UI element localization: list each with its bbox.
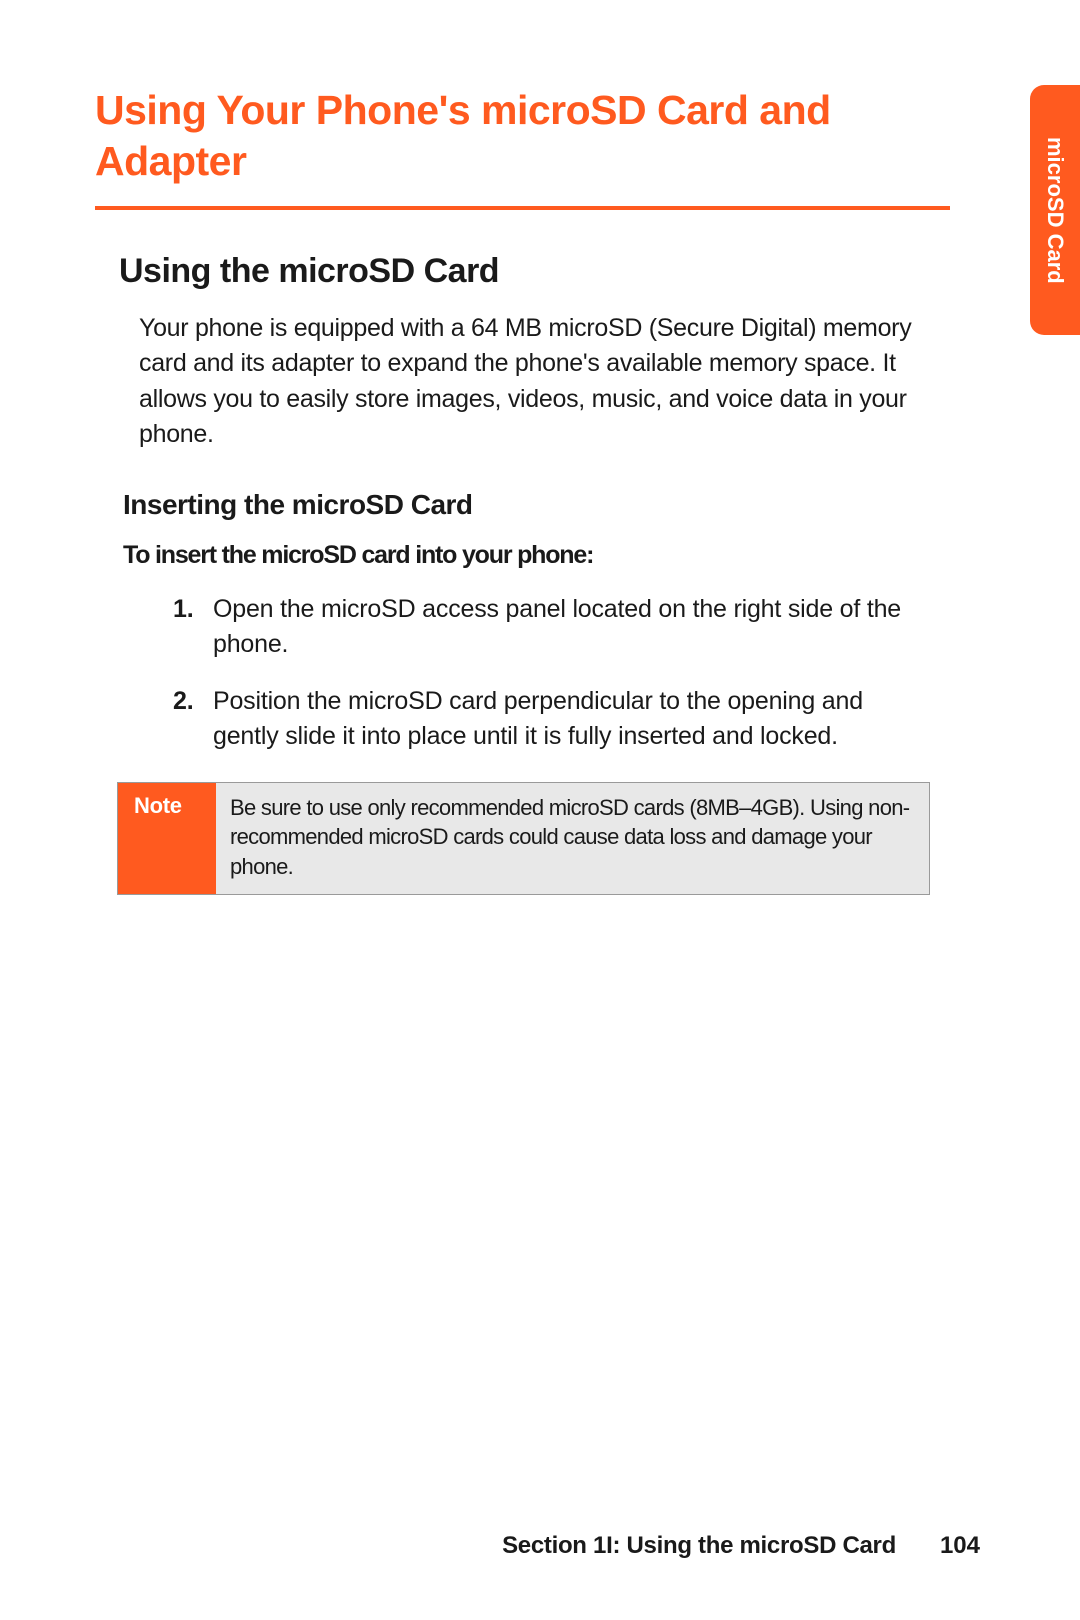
step-item: 2. Position the microSD card perpendicul… — [173, 684, 930, 754]
step-number: 1. — [173, 592, 213, 662]
step-number: 2. — [173, 684, 213, 754]
main-title: Using Your Phone's microSD Card and Adap… — [95, 85, 950, 210]
intro-paragraph: Your phone is equipped with a 64 MB micr… — [139, 311, 950, 453]
note-label: Note — [118, 783, 216, 894]
instruction-lead: To insert the microSD card into your pho… — [123, 541, 990, 570]
step-list: 1. Open the microSD access panel located… — [173, 592, 930, 754]
step-item: 1. Open the microSD access panel located… — [173, 592, 930, 662]
step-text: Position the microSD card perpendicular … — [213, 684, 930, 754]
note-box: Note Be sure to use only recommended mic… — [117, 782, 930, 895]
section-title: Using the microSD Card — [119, 252, 990, 291]
side-tab: microSD Card — [1030, 85, 1080, 335]
page-footer: Section 1I: Using the microSD Card 104 — [502, 1532, 980, 1560]
note-body: Be sure to use only recommended microSD … — [216, 783, 929, 894]
step-text: Open the microSD access panel located on… — [213, 592, 930, 662]
page-content: Using Your Phone's microSD Card and Adap… — [0, 0, 1080, 895]
footer-page-number: 104 — [940, 1532, 980, 1560]
footer-section-label: Section 1I: Using the microSD Card — [502, 1532, 896, 1560]
side-tab-label: microSD Card — [1042, 137, 1068, 284]
subsection-title: Inserting the microSD Card — [123, 489, 990, 521]
